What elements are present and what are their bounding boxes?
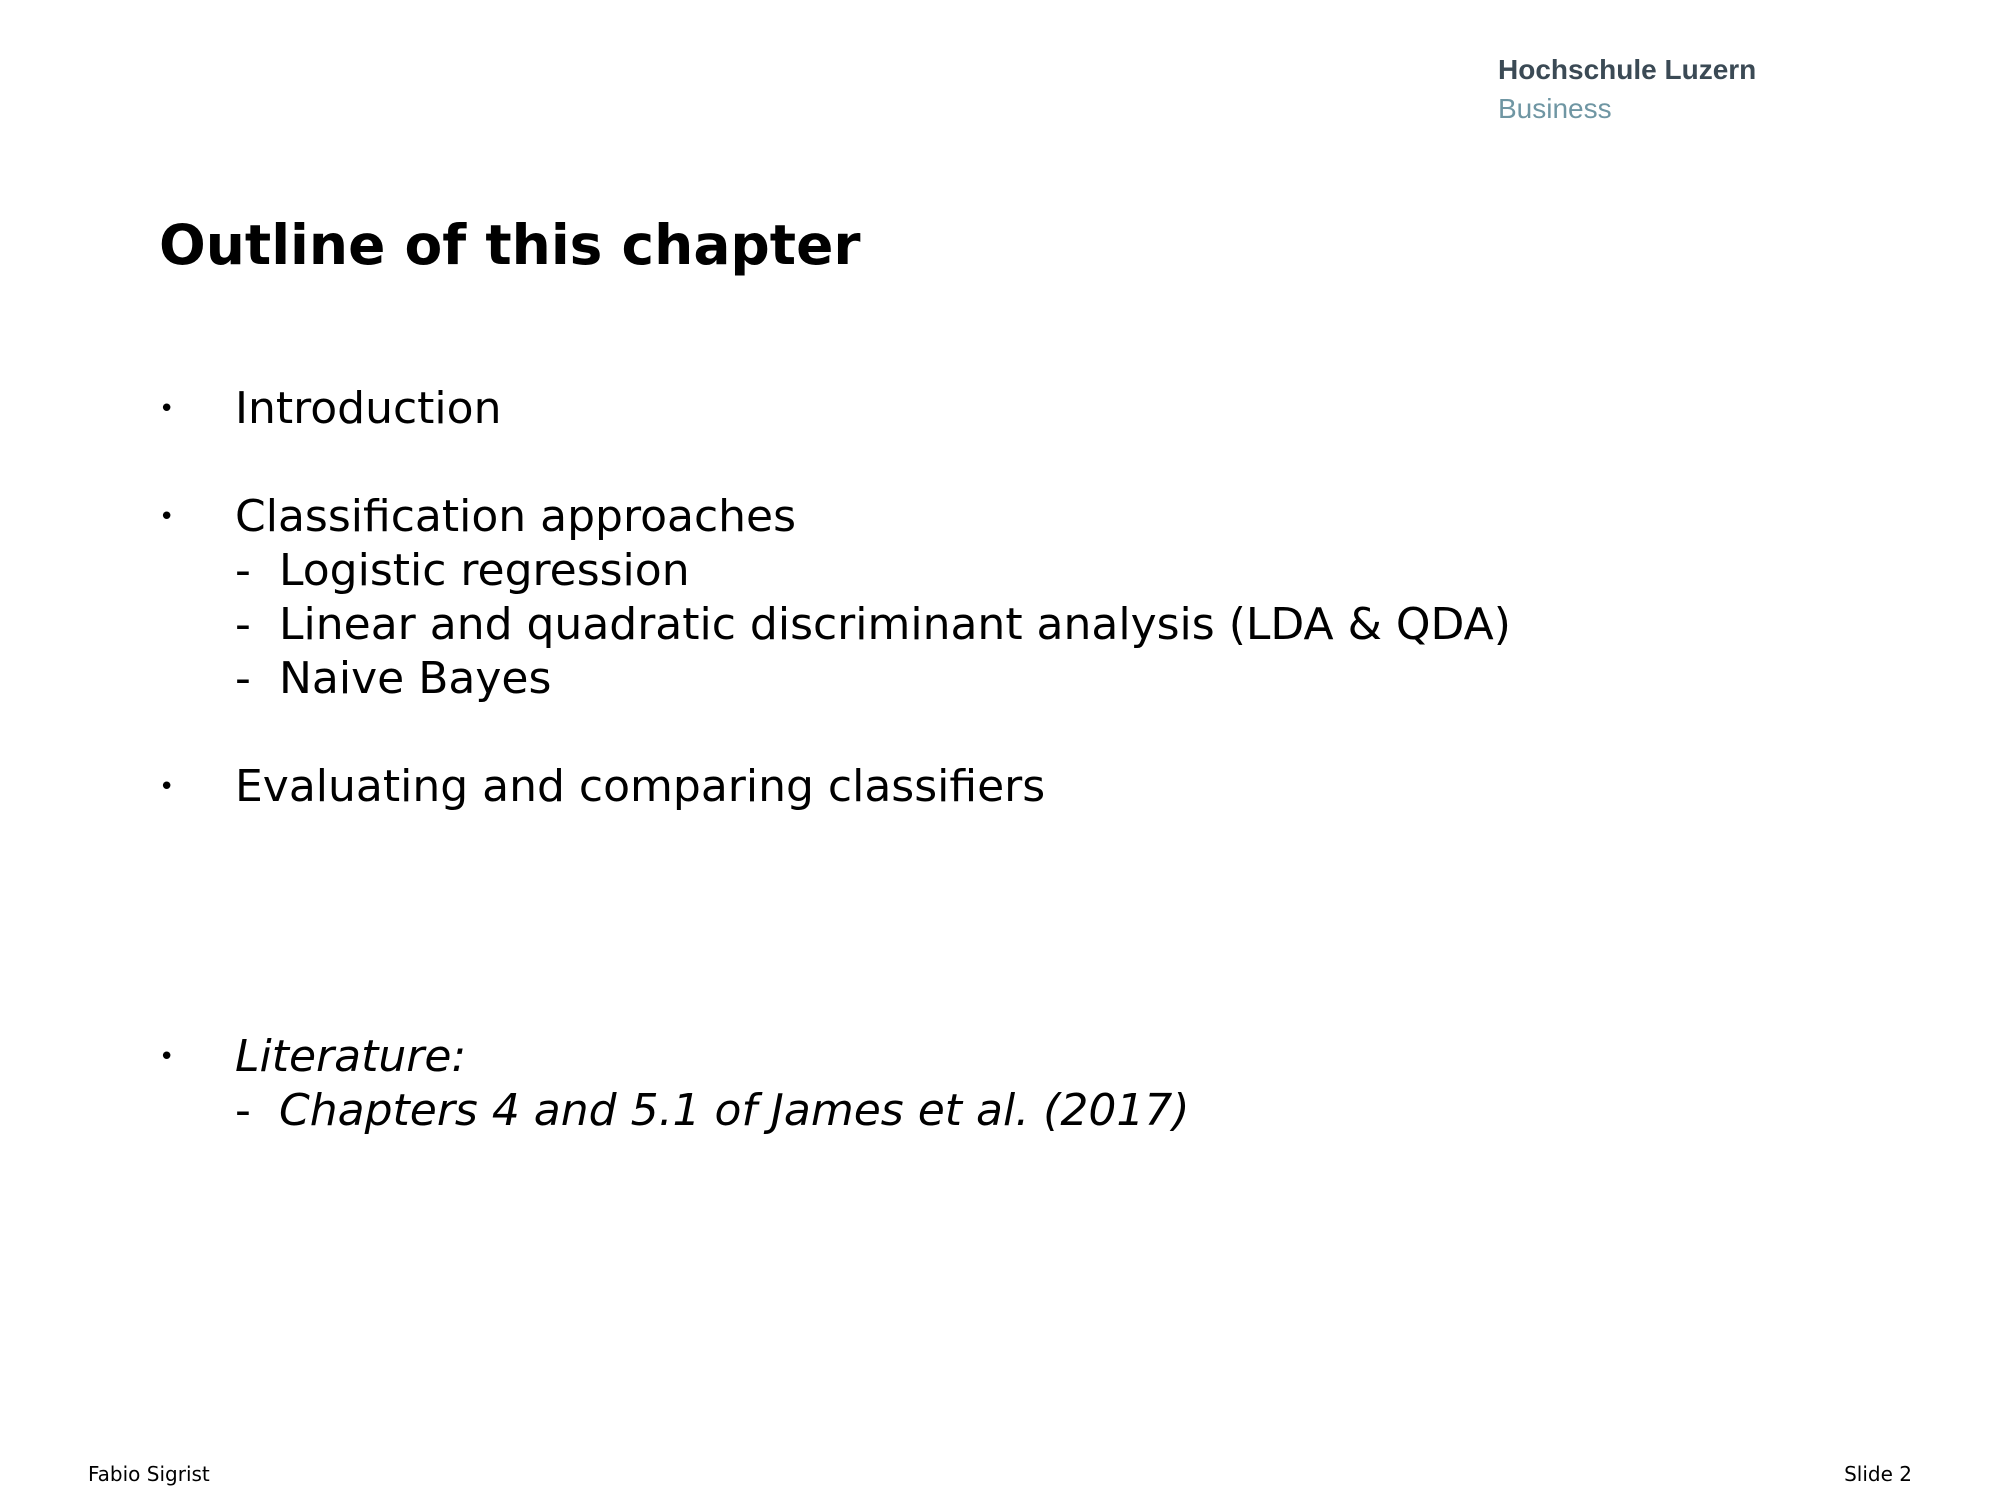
outline-item-text: Classification approaches: [235, 491, 797, 542]
bullet-marker: •: [159, 502, 175, 532]
bullet-marker: •: [159, 772, 175, 802]
sub-item-text: Naive Bayes: [279, 653, 552, 704]
slide-title: Outline of this chapter: [159, 213, 861, 277]
dash-marker: -: [235, 599, 251, 650]
logo-line-business: Business: [1498, 93, 1612, 125]
logo-line-hochschule: Hochschule Luzern: [1498, 54, 1757, 85]
outline-item-text: Introduction: [235, 383, 502, 434]
sub-item-text: Logistic regression: [279, 545, 690, 596]
dash-marker: -: [235, 653, 251, 704]
sub-item-naive-bayes: - Naive Bayes: [235, 652, 551, 706]
outline-item-text: Evaluating and comparing classifiers: [235, 761, 1046, 812]
bullet-marker: •: [159, 1042, 175, 1072]
bullet-marker: •: [159, 394, 175, 424]
footer-slide-number: Slide 2: [1844, 1462, 1912, 1486]
footer-author: Fabio Sigrist: [88, 1462, 210, 1486]
sub-item-text: Linear and quadratic discriminant analys…: [279, 599, 1511, 650]
sub-item-text: Chapters 4 and 5.1 of James et al. (2017…: [279, 1085, 1190, 1136]
sub-item-logistic-regression: - Logistic regression: [235, 544, 690, 598]
sub-item-literature-reference: - Chapters 4 and 5.1 of James et al. (201…: [235, 1084, 1190, 1138]
university-logo: Hochschule Luzern Business: [1498, 50, 1756, 128]
dash-marker: -: [235, 1085, 251, 1136]
dash-marker: -: [235, 545, 251, 596]
sub-item-lda-qda: - Linear and quadratic discriminant analy…: [235, 598, 1511, 652]
outline-item-text: Literature:: [235, 1031, 467, 1082]
